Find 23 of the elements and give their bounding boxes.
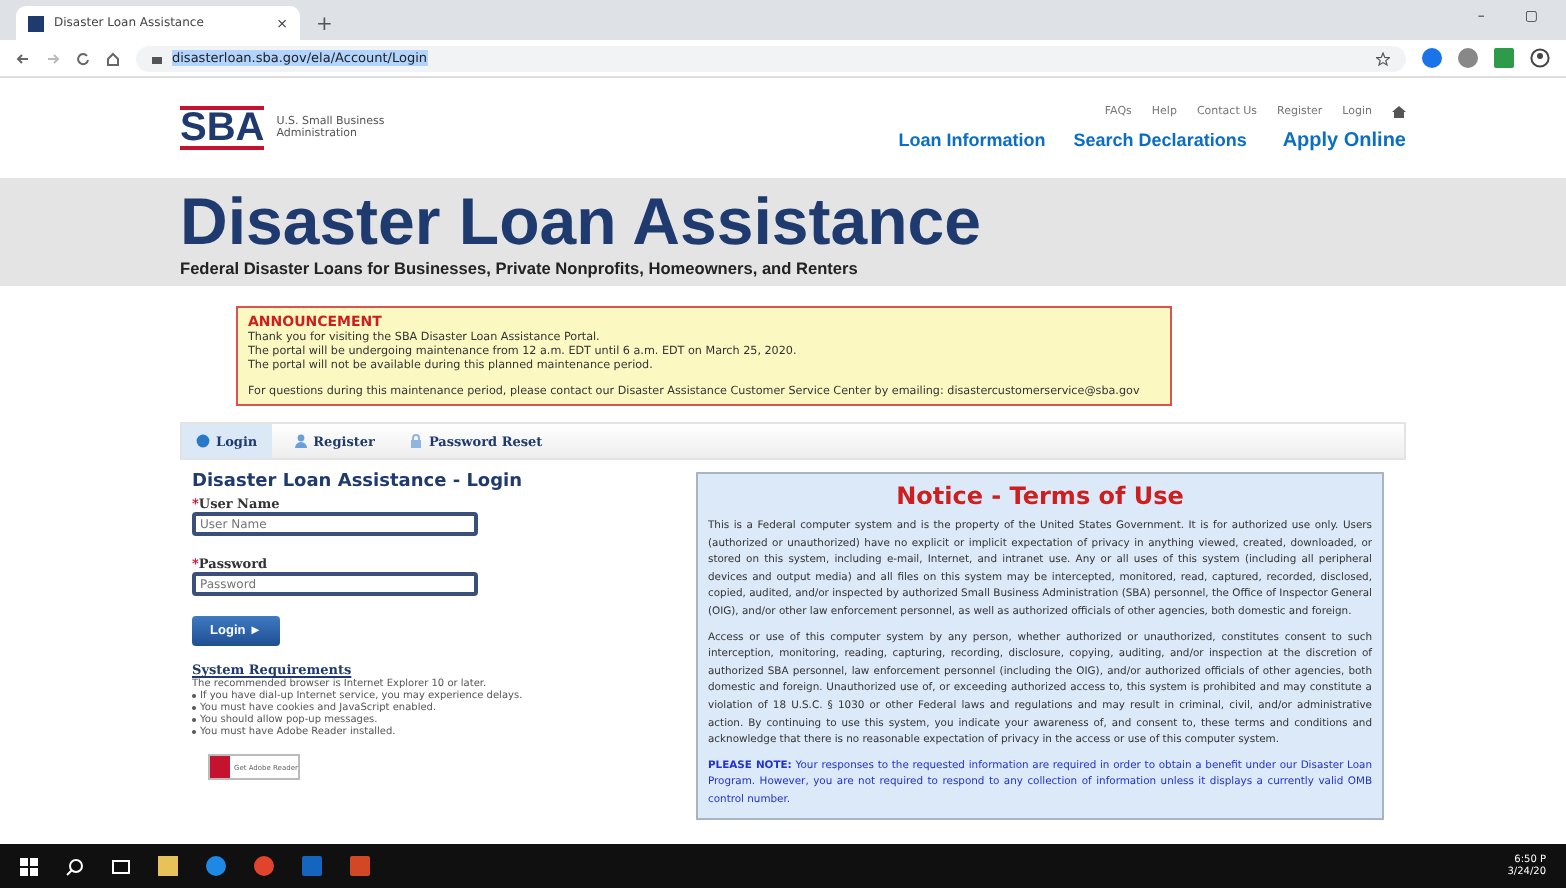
login-title: Disaster Loan Assistance - Login xyxy=(192,472,525,492)
lock-icon xyxy=(152,52,162,64)
search-icon[interactable] xyxy=(66,857,84,875)
windows-start-icon[interactable] xyxy=(20,857,38,875)
star-icon[interactable] xyxy=(1376,51,1390,65)
home-icon[interactable] xyxy=(1392,105,1406,117)
favicon-icon xyxy=(28,15,44,31)
people-icon xyxy=(293,434,308,448)
terms-title: Notice - Terms of Use xyxy=(894,482,1186,510)
logo[interactable]: SBA xyxy=(180,106,265,150)
nav-link[interactable]: Apply Online xyxy=(1282,129,1406,151)
back-icon[interactable] xyxy=(16,51,30,65)
home-icon[interactable] xyxy=(106,51,120,65)
reload-icon[interactable] xyxy=(76,51,90,65)
nav-link[interactable]: Loan Information xyxy=(898,130,1046,150)
profile-icon[interactable] xyxy=(1530,48,1550,68)
lock-icon xyxy=(410,434,423,448)
page-title: Disaster Loan Assistance xyxy=(180,186,983,258)
nav-link[interactable]: Search Declarations xyxy=(1073,130,1247,150)
info-icon xyxy=(196,434,210,448)
task-view-icon[interactable] xyxy=(112,857,130,875)
page-subtitle: Federal Disaster Loans for Businesses, Private Nonprofits, Homeowners, and Renters xyxy=(180,258,860,278)
new-tab-button[interactable]: + xyxy=(316,14,333,36)
